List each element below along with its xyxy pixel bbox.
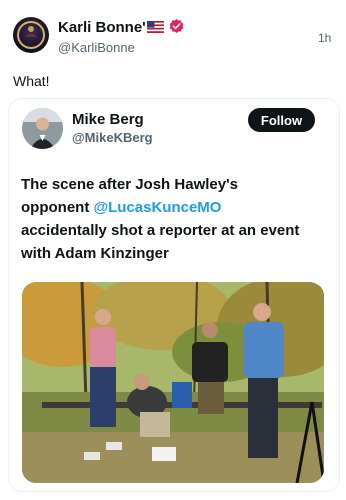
post-text: What! — [13, 73, 50, 89]
outdoor-scene-image — [22, 282, 324, 483]
quoted-post-text: The scene after Josh Hawley's opponent @… — [21, 173, 301, 265]
quoted-author-name[interactable]: Mike Berg — [72, 111, 144, 128]
avatar-figure-icon — [25, 26, 37, 37]
quoted-text-after: accidentally shot a reporter at an event… — [21, 222, 300, 262]
quoted-author-avatar[interactable] — [22, 108, 63, 149]
quoted-avatar-photo-icon — [22, 108, 63, 149]
quoted-author-handle[interactable]: @MikeKBerg — [72, 130, 153, 145]
quoted-post-photo[interactable] — [22, 282, 324, 483]
author-avatar[interactable] — [13, 17, 49, 53]
author-name[interactable]: Karli Bonne' — [58, 19, 146, 36]
us-flag-icon — [147, 21, 164, 33]
post-timestamp[interactable]: 1h — [318, 31, 331, 45]
follow-button[interactable]: Follow — [248, 108, 315, 132]
author-handle[interactable]: @KarliBonne — [58, 40, 135, 55]
mention-link[interactable]: @LucasKunceMO — [93, 199, 221, 216]
verified-badge-icon — [169, 19, 184, 33]
